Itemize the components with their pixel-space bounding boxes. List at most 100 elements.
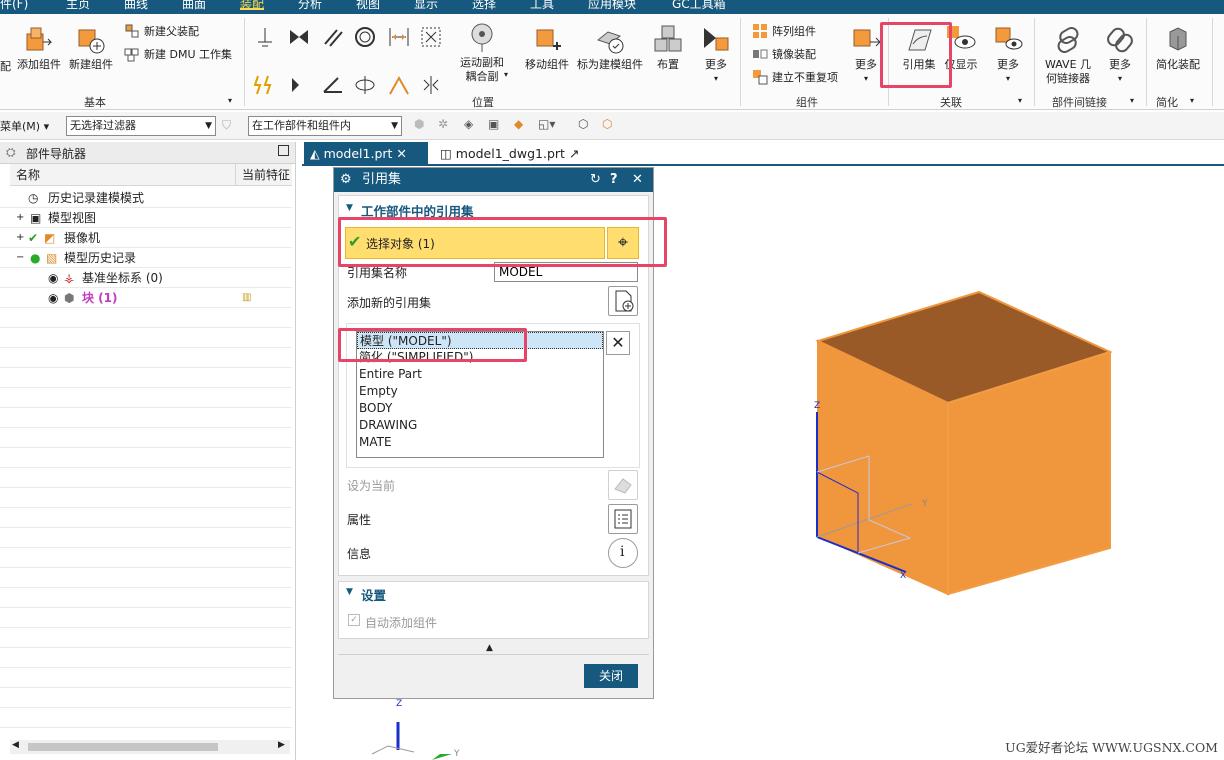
- close-icon[interactable]: ✕: [632, 168, 643, 192]
- select-face-icon[interactable]: ◈: [464, 117, 473, 131]
- menu-tab-select[interactable]: 选择: [472, 0, 496, 12]
- interpart-more-button[interactable]: 更多 ▾: [1102, 24, 1138, 86]
- distance-icon[interactable]: [388, 26, 410, 48]
- list-item[interactable]: Entire Part: [357, 366, 603, 383]
- remove-refset-button[interactable]: ✕: [606, 331, 630, 355]
- group-expand-simplify-icon[interactable]: ▾: [1190, 96, 1194, 105]
- section-collapse-icon[interactable]: ▼: [346, 203, 353, 213]
- auto-add-checkbox[interactable]: ✓: [348, 614, 360, 626]
- list-item[interactable]: Empty: [357, 383, 603, 400]
- select-body-icon[interactable]: ▣: [488, 117, 499, 131]
- wave-geometry-linker-button[interactable]: WAVE 几 何链接器: [1040, 24, 1096, 86]
- menu-tab-surface[interactable]: 曲面: [182, 0, 206, 12]
- scroll-left-icon[interactable]: ◀: [12, 740, 19, 750]
- mirror-assembly-button[interactable]: 镜像装配: [752, 46, 816, 62]
- expand-dialog-icon[interactable]: ▲: [486, 643, 493, 653]
- refset-name-input[interactable]: [494, 262, 638, 282]
- scrollbar-thumb[interactable]: [28, 743, 218, 751]
- horizontal-scrollbar[interactable]: ◀ ▶: [10, 740, 290, 754]
- select-all-icon[interactable]: ⬢: [414, 117, 424, 131]
- new-component-button[interactable]: 新建组件: [64, 24, 118, 72]
- column-current-feature[interactable]: 当前特征: [235, 164, 292, 186]
- center-icon[interactable]: [420, 26, 442, 48]
- select-feature-icon[interactable]: ✲: [438, 117, 448, 131]
- menu-tab-curve[interactable]: 曲线: [124, 0, 148, 12]
- collapse-icon[interactable]: −: [16, 248, 24, 268]
- menu-tab-application[interactable]: 应用模块: [588, 0, 636, 12]
- column-name[interactable]: 名称: [10, 164, 235, 186]
- tree-row-datum-csys[interactable]: ◉ ⚶ 基准坐标系 (0): [0, 268, 292, 288]
- list-item[interactable]: DRAWING: [357, 417, 603, 434]
- simplified-assembly-button[interactable]: 简化装配: [1152, 24, 1204, 72]
- reset-icon[interactable]: ↻: [590, 168, 601, 192]
- list-item[interactable]: MATE: [357, 434, 603, 451]
- select-component-icon[interactable]: ◆: [514, 117, 523, 131]
- perpendicular-icon[interactable]: [288, 74, 310, 96]
- tab-close-icon[interactable]: ✕: [396, 146, 406, 161]
- select-region-icon[interactable]: ◱▾: [538, 117, 555, 131]
- filter-reset-icon[interactable]: ⛉: [222, 118, 231, 133]
- properties-button[interactable]: [608, 504, 638, 534]
- help-icon[interactable]: ?: [610, 168, 618, 192]
- menu-tab-view[interactable]: 视图: [356, 0, 380, 12]
- menu-button[interactable]: 菜单(M) ▾: [0, 118, 49, 134]
- type-filter-select[interactable]: 无选择过滤器 ▼: [66, 116, 216, 136]
- align-lock-icon[interactable]: [388, 74, 410, 96]
- menu-tab-home[interactable]: 主页: [66, 0, 90, 12]
- tree-row-model-history[interactable]: − ● ▧ 模型历史记录: [0, 248, 292, 268]
- menu-tab-tools[interactable]: 工具: [530, 0, 554, 12]
- menu-tab-analysis[interactable]: 分析: [298, 0, 322, 12]
- add-new-refset-button[interactable]: [608, 286, 638, 316]
- section-title[interactable]: 工作部件中的引用集: [361, 201, 474, 220]
- tree-row-history-mode[interactable]: ◷ 历史记录建模模式: [0, 188, 292, 208]
- move-component-button[interactable]: 移动组件: [520, 24, 574, 72]
- settings-title[interactable]: 设置: [361, 585, 386, 604]
- selection-scope-select[interactable]: 在工作部件和组件内 ▼: [248, 116, 402, 136]
- menu-tab-file[interactable]: 件(F): [0, 0, 28, 12]
- new-dmu-workset-button[interactable]: 新建 DMU 工作集: [124, 46, 232, 62]
- parallel-icon[interactable]: [322, 26, 344, 48]
- scroll-right-icon[interactable]: ▶: [278, 740, 285, 750]
- component-more-button[interactable]: 更多 ▾: [848, 24, 884, 86]
- expand-icon[interactable]: +: [16, 208, 24, 228]
- symmetric-icon[interactable]: [420, 74, 442, 96]
- info-button[interactable]: i: [608, 538, 638, 568]
- settings-collapse-icon[interactable]: ▼: [346, 587, 353, 597]
- concentric-icon[interactable]: [288, 26, 310, 48]
- show-only-button[interactable]: 仅显示: [942, 24, 980, 72]
- tab-model1-dwg1[interactable]: ◫ model1_dwg1.prt ↗: [434, 142, 585, 166]
- crosshair-select-button[interactable]: ⌖: [607, 227, 639, 259]
- select-object-row[interactable]: ✔ 选择对象 (1): [345, 227, 605, 259]
- fix-icon[interactable]: [254, 74, 276, 96]
- group-expand-interpart-icon[interactable]: ▾: [1130, 96, 1134, 105]
- fit-icon[interactable]: [354, 26, 376, 48]
- maximize-icon[interactable]: [278, 145, 289, 156]
- tree-row-block[interactable]: ◉ ⬢ 块 (1) ▥: [0, 288, 292, 308]
- tree-row-cameras[interactable]: + ✔ ◩ 摄像机: [0, 228, 292, 248]
- layout-button[interactable]: 布置: [648, 24, 688, 72]
- reference-set-button[interactable]: 引用集: [896, 24, 942, 72]
- new-parent-assembly-button[interactable]: 新建父装配: [124, 23, 199, 39]
- position-more-button[interactable]: 更多 ▾: [696, 24, 736, 86]
- list-item[interactable]: BODY: [357, 400, 603, 417]
- select-assembly-icon[interactable]: ⬡: [602, 117, 612, 131]
- eye-icon[interactable]: ◉: [48, 268, 58, 288]
- array-component-button[interactable]: 阵列组件: [752, 23, 816, 39]
- association-more-button[interactable]: 更多 ▾: [988, 24, 1028, 86]
- menu-tab-display[interactable]: 显示: [414, 0, 438, 12]
- model-as-component-button[interactable]: 标为建模组件: [574, 24, 646, 72]
- select-solid-icon[interactable]: ⬡: [578, 117, 588, 131]
- menu-tab-gc-toolkit[interactable]: GC工具箱: [672, 0, 726, 12]
- tab-model1[interactable]: ◭ model1.prt ✕: [304, 142, 428, 166]
- tree-row-model-views[interactable]: + ▣ 模型视图: [0, 208, 292, 228]
- motion-pair-button[interactable]: 运动副和 耦合副: [454, 22, 510, 84]
- angle-icon[interactable]: [322, 74, 344, 96]
- list-item[interactable]: 简化 ("SIMPLIFIED"): [357, 349, 603, 366]
- motion-pair-dropdown-icon[interactable]: ▾: [504, 70, 508, 79]
- expand-icon[interactable]: +: [16, 228, 24, 248]
- add-component-button[interactable]: 添加组件: [14, 24, 64, 72]
- group-expand-association-icon[interactable]: ▾: [1018, 96, 1022, 105]
- touch-align-icon[interactable]: [254, 26, 276, 48]
- menu-tab-assembly[interactable]: 装配: [240, 0, 265, 11]
- make-unique-button[interactable]: 建立不重复项: [752, 69, 838, 85]
